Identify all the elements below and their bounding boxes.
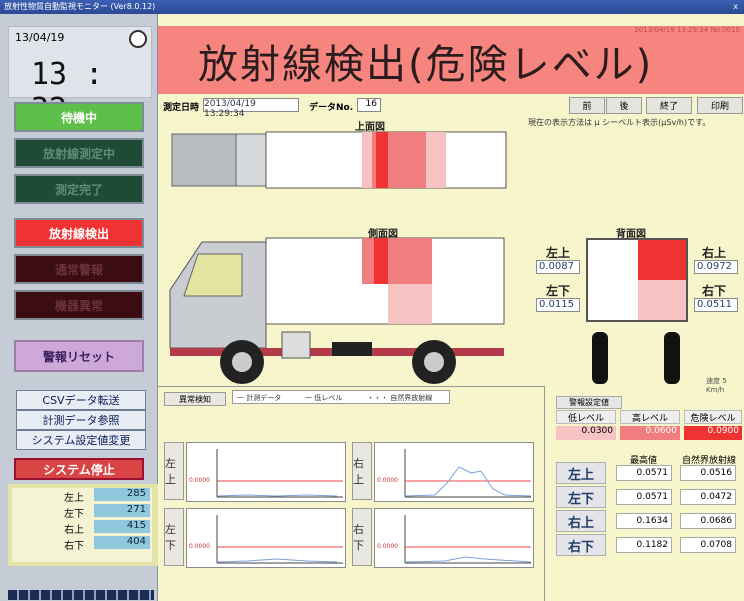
graph-tl: 0.0000 xyxy=(186,442,346,502)
graph-tl-scale: 0.0000 xyxy=(189,477,210,484)
system-stop-button[interactable]: システム停止 xyxy=(14,458,144,480)
stat-label-bl: 左下 xyxy=(556,486,606,508)
stat-max-bl: 0.0571 xyxy=(616,489,672,505)
legend-low: 一 低レベル xyxy=(305,394,343,402)
rear-tl-value: 0.0087 xyxy=(536,260,580,274)
danger-level-label: 危険レベル xyxy=(684,410,742,424)
next-button[interactable]: 後 xyxy=(606,97,642,114)
prev-button[interactable]: 前 xyxy=(569,97,605,114)
graph-label-tl: 左上 xyxy=(164,442,184,500)
rear-tr-value: 0.0972 xyxy=(694,260,738,274)
banner-title: 放射線検出(危険レベル) xyxy=(198,42,654,88)
status-strip xyxy=(8,590,154,600)
print-button[interactable]: 印刷 xyxy=(697,97,743,114)
stat-nat-tl: 0.0516 xyxy=(680,465,736,481)
low-level-value: 0.0300 xyxy=(556,426,616,440)
rear-tl-label: 左上 xyxy=(546,246,571,260)
count-value-br: 404 xyxy=(94,536,150,549)
rear-br-label: 右下 xyxy=(702,284,727,298)
title-bar: 放射性物質自動監視モニター (Ver8.0.12) x xyxy=(0,0,744,14)
display-note: 現在の表示方法は μ シーベルト表示(μSv/h)です。 xyxy=(528,118,711,127)
status-complete[interactable]: 測定完了 xyxy=(14,174,144,204)
legend-measured: 一 計測データ xyxy=(237,394,282,402)
rear-view-panel xyxy=(586,238,688,322)
date-field: 2013/04/19 13:29:34 xyxy=(203,98,299,119)
stat-label-tr: 右上 xyxy=(556,510,606,532)
graph-label-tr: 右上 xyxy=(352,442,372,500)
graph-br-scale: 0.0000 xyxy=(377,543,398,550)
data-no-label: データNo. xyxy=(309,103,354,113)
rear-bl-label: 左下 xyxy=(546,284,571,298)
alert-banner: 2013/04/19 13:29:34 No.0010 放射線検出(危険レベル) xyxy=(158,26,744,94)
graph-bl-scale: 0.0000 xyxy=(189,543,210,550)
rear-bl-value: 0.0115 xyxy=(536,298,580,312)
count-value-bl: 271 xyxy=(94,504,150,517)
divider xyxy=(158,386,544,387)
stat-nat-br: 0.0708 xyxy=(680,537,736,553)
settings-button[interactable]: システム設定値変更 xyxy=(16,430,146,450)
data-no-field: 16 xyxy=(357,98,381,112)
stat-max-tl: 0.0571 xyxy=(616,465,672,481)
count-value-tl: 285 xyxy=(94,488,150,501)
count-value-tr: 415 xyxy=(94,520,150,533)
graph-label-br: 右下 xyxy=(352,508,372,566)
alarm-reset-button[interactable]: 警報リセット xyxy=(14,340,144,372)
danger-level-value: 0.0900 xyxy=(684,426,742,440)
close-button[interactable]: x xyxy=(733,0,738,14)
window-title: 放射性物質自動監視モニター (Ver8.0.12) xyxy=(4,2,156,11)
clock-icon[interactable] xyxy=(129,30,147,48)
count-label-br: 右下 xyxy=(64,541,84,552)
data-lookup-button[interactable]: 計測データ参照 xyxy=(16,410,146,430)
counts-box: 左上 285 左下 271 右上 415 右下 404 xyxy=(8,484,158,566)
legend-natural: ・・・ 自然界放射線 xyxy=(367,394,433,402)
high-level-value: 0.0600 xyxy=(620,426,680,440)
clock-date: 13/04/19 xyxy=(15,31,65,44)
status-detected[interactable]: 放射線検出 xyxy=(14,218,144,248)
status-standby[interactable]: 待機中 xyxy=(14,102,144,132)
status-measuring[interactable]: 放射線測定中 xyxy=(14,138,144,168)
top-view-truck xyxy=(171,131,507,189)
graph-legend: 一 計測データ 一 低レベル ・・・ 自然界放射線 xyxy=(232,390,450,404)
stat-max-tr: 0.1634 xyxy=(616,513,672,529)
stat-nat-bl: 0.0472 xyxy=(680,489,736,505)
rear-tr-label: 右上 xyxy=(702,246,727,260)
rear-wheel-right xyxy=(664,332,680,384)
end-button[interactable]: 終了 xyxy=(646,97,692,114)
graph-br: 0.0000 xyxy=(374,508,534,568)
graph-tr-scale: 0.0000 xyxy=(377,477,398,484)
stat-label-br: 右下 xyxy=(556,534,606,556)
count-label-bl: 左下 xyxy=(64,509,84,520)
left-panel: 13/04/19 13 : 32 待機中 放射線測定中 測定完了 放射線検出 通… xyxy=(0,14,158,601)
rear-wheel-left xyxy=(592,332,608,384)
low-level-label: 低レベル xyxy=(556,410,616,424)
status-normal-alarm[interactable]: 通常警報 xyxy=(14,254,144,284)
stat-nat-tr: 0.0686 xyxy=(680,513,736,529)
side-view-truck xyxy=(169,237,505,384)
csv-export-button[interactable]: CSVデータ転送 xyxy=(16,390,146,410)
levels-title: 警報設定値 xyxy=(556,396,622,409)
anomaly-tab[interactable]: 異常検知 xyxy=(164,392,226,406)
rear-br-value: 0.0511 xyxy=(694,298,738,312)
speed-readout: 速度 5 Km/h xyxy=(706,377,727,394)
count-label-tr: 右上 xyxy=(64,525,84,536)
clock-box: 13/04/19 13 : 32 xyxy=(8,26,152,127)
stat-max-br: 0.1182 xyxy=(616,537,672,553)
high-level-label: 高レベル xyxy=(620,410,680,424)
status-equipment-error[interactable]: 機器異常 xyxy=(14,290,144,320)
graph-tr: 0.0000 xyxy=(374,442,534,502)
date-label: 測定日時 xyxy=(163,103,200,113)
graph-label-bl: 左下 xyxy=(164,508,184,566)
stat-label-tl: 左上 xyxy=(556,462,606,484)
vertical-divider xyxy=(544,386,545,601)
graph-bl: 0.0000 xyxy=(186,508,346,568)
count-label-tl: 左上 xyxy=(64,493,84,504)
